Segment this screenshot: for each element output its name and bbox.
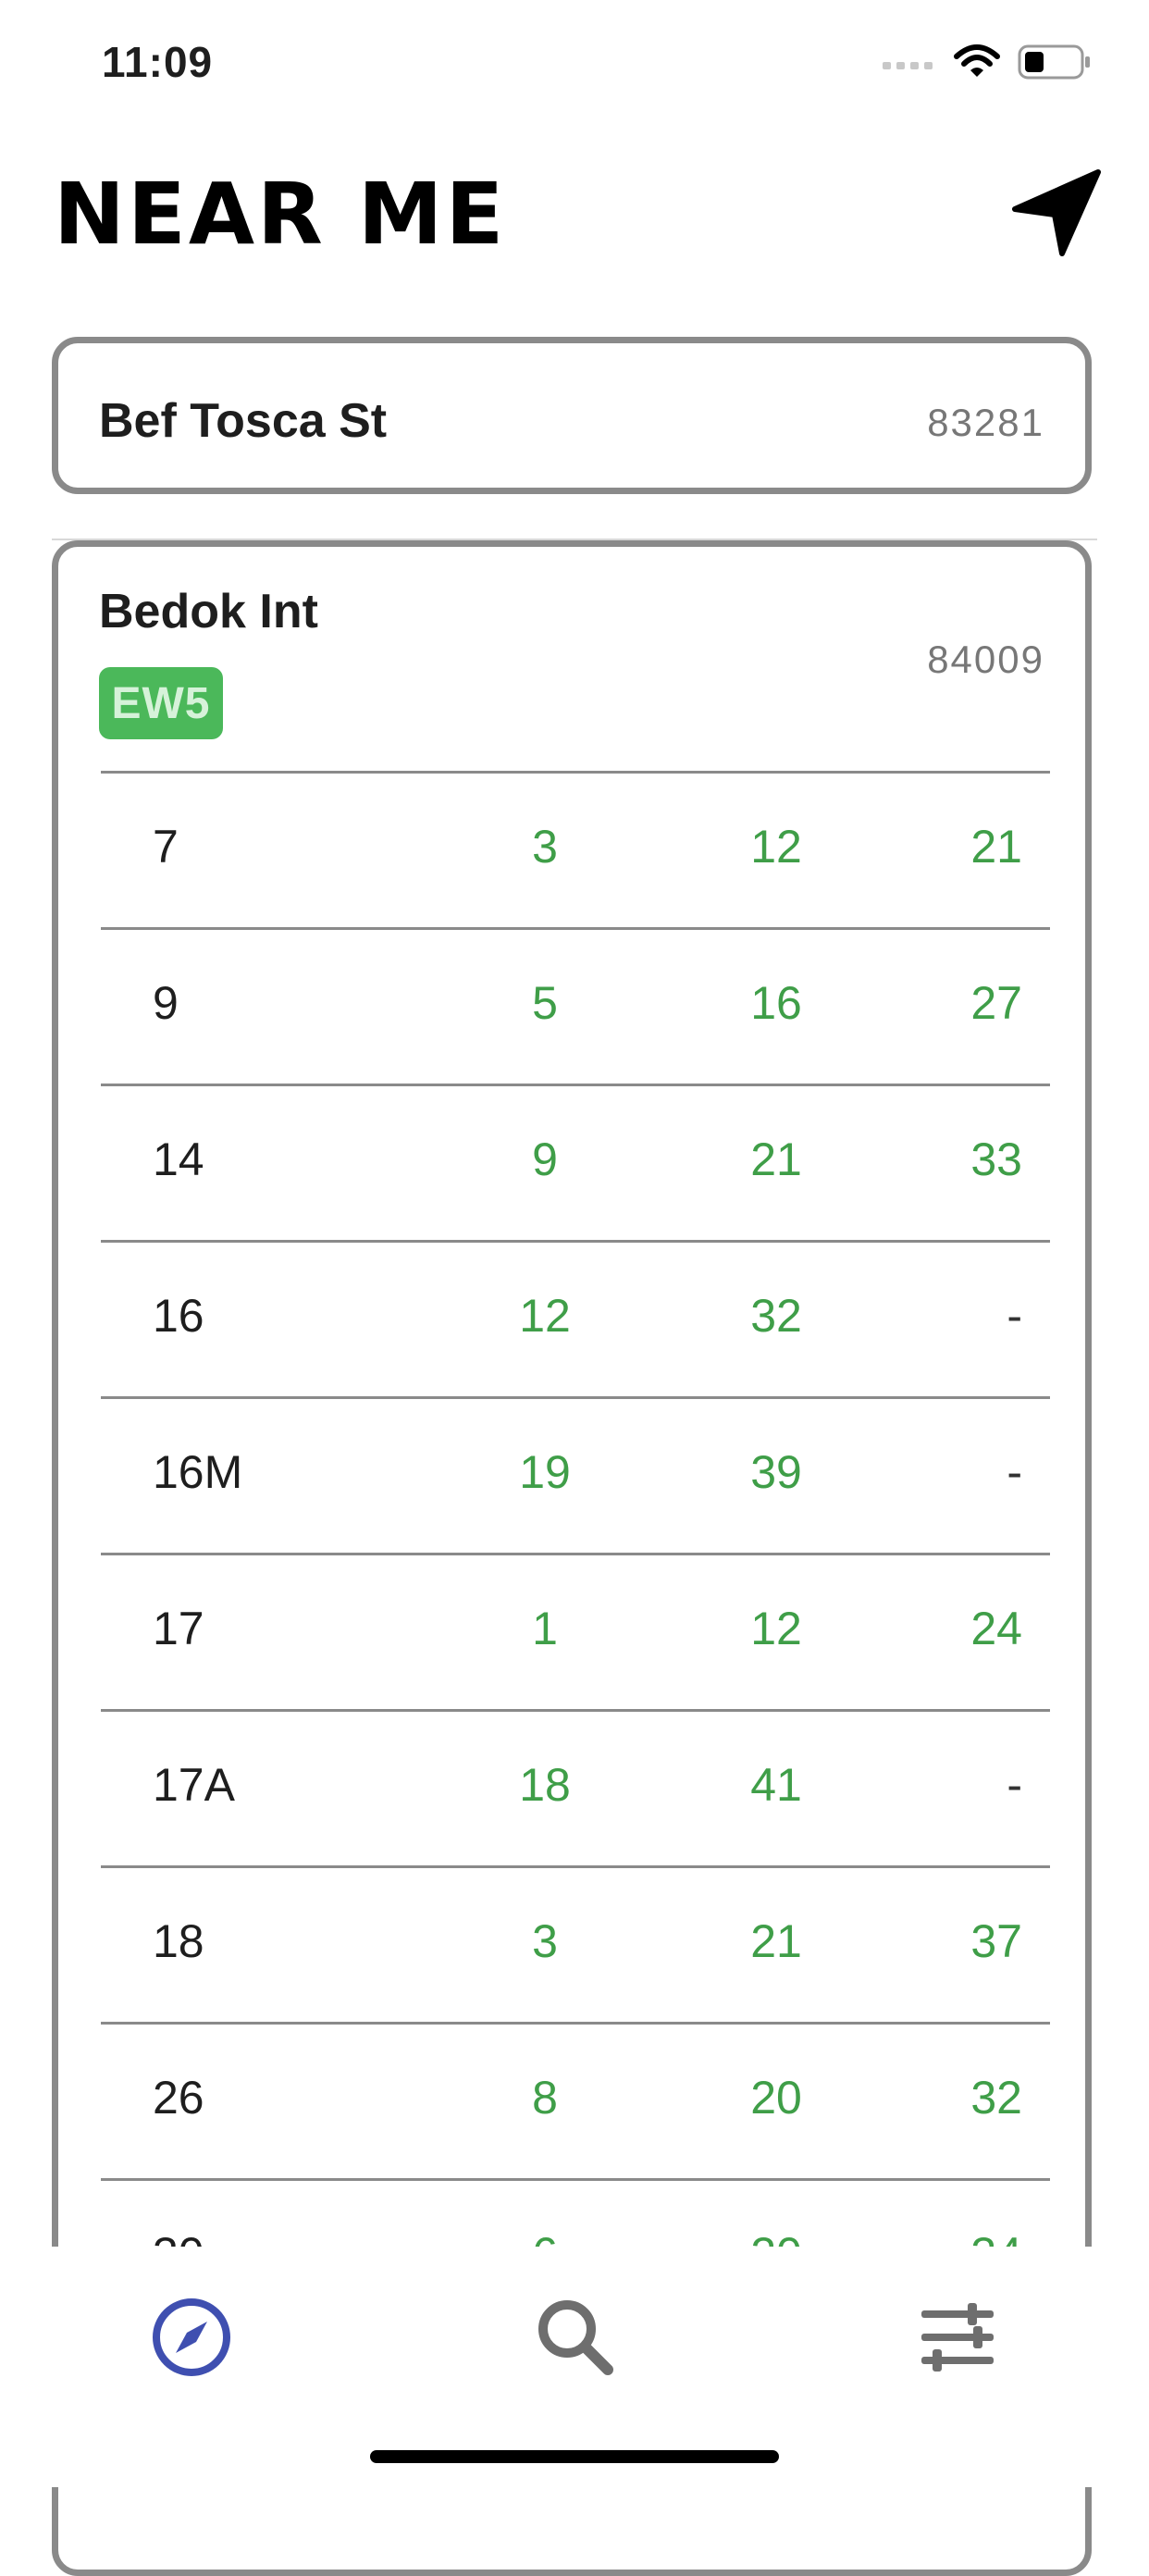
service-row[interactable]: 16M 19 39 -: [101, 1396, 1050, 1553]
status-icons: [883, 39, 1092, 85]
arrival-1: 8: [532, 2072, 558, 2124]
arrival-2: 12: [750, 821, 802, 873]
service-row[interactable]: 9 5 16 27: [101, 927, 1050, 1084]
arrival-3: 32: [970, 2072, 1022, 2124]
arrival-3: 37: [970, 1915, 1022, 1967]
sliders-icon: [921, 2303, 994, 2372]
stop-name: Bef Tosca St: [99, 394, 388, 448]
service-number: 14: [153, 1133, 204, 1185]
location-arrow-icon: [1012, 169, 1101, 256]
service-number: 26: [153, 2072, 204, 2124]
arrival-1: 3: [532, 1915, 558, 1967]
page-title: NEAR ME: [54, 165, 507, 264]
service-row[interactable]: 17A 18 41 -: [101, 1709, 1050, 1865]
service-row[interactable]: 7 3 12 21: [101, 771, 1050, 927]
arrival-3: -: [1007, 1446, 1022, 1498]
tab-search[interactable]: [529, 2291, 622, 2384]
search-icon: [538, 2300, 613, 2375]
mrt-station-badge: EW5: [99, 667, 223, 739]
stop-card-bef-tosca-st[interactable]: Bef Tosca St 83281: [52, 337, 1092, 494]
stop-name: Bedok Int: [99, 585, 318, 638]
home-indicator[interactable]: [370, 2450, 779, 2463]
arrival-3: 21: [970, 821, 1022, 873]
arrival-3: -: [1007, 1759, 1022, 1811]
status-bar: 11:09: [0, 0, 1149, 120]
service-number: 16: [153, 1290, 204, 1342]
arrival-1: 3: [532, 821, 558, 873]
stop-code: 84009: [927, 638, 1044, 681]
service-number: 17: [153, 1603, 204, 1654]
arrival-3: 24: [970, 1603, 1022, 1654]
compass-icon: [153, 2298, 230, 2376]
battery-icon: [1018, 44, 1090, 80]
service-list: 7 3 12 21 9 5 16 27 14 9 21 33 16 12 32 …: [101, 771, 1050, 2334]
arrival-1: 19: [519, 1446, 571, 1498]
tab-near-me[interactable]: [145, 2291, 238, 2384]
arrival-3: -: [1007, 1290, 1022, 1342]
arrival-2: 39: [750, 1446, 802, 1498]
arrival-3: 27: [970, 977, 1022, 1029]
arrival-2: 16: [750, 977, 802, 1029]
cellular-signal-icon: [883, 62, 933, 69]
arrival-1: 18: [519, 1759, 571, 1811]
arrival-2: 12: [750, 1603, 802, 1654]
service-row[interactable]: 26 8 20 32: [101, 2022, 1050, 2178]
arrival-2: 21: [750, 1133, 802, 1185]
arrival-2: 20: [750, 2072, 802, 2124]
arrival-3: 33: [970, 1133, 1022, 1185]
arrival-2: 41: [750, 1759, 802, 1811]
service-number: 18: [153, 1915, 204, 1967]
service-number: 9: [153, 977, 179, 1029]
arrival-1: 1: [532, 1603, 558, 1654]
wifi-icon: [954, 44, 1000, 77]
arrival-2: 32: [750, 1290, 802, 1342]
arrival-2: 21: [750, 1915, 802, 1967]
service-row[interactable]: 16 12 32 -: [101, 1240, 1050, 1396]
service-number: 16M: [153, 1446, 243, 1498]
tab-settings[interactable]: [911, 2291, 1004, 2384]
stop-code: 83281: [927, 401, 1044, 444]
service-row[interactable]: 18 3 21 37: [101, 1865, 1050, 2022]
locate-me-button[interactable]: [1010, 165, 1103, 257]
arrival-1: 9: [532, 1133, 558, 1185]
service-row[interactable]: 14 9 21 33: [101, 1084, 1050, 1240]
arrival-1: 5: [532, 977, 558, 1029]
service-number: 7: [153, 821, 179, 873]
arrival-1: 12: [519, 1290, 571, 1342]
status-time: 11:09: [102, 38, 214, 86]
service-number: 17A: [153, 1759, 235, 1811]
service-row[interactable]: 17 1 12 24: [101, 1553, 1050, 1709]
